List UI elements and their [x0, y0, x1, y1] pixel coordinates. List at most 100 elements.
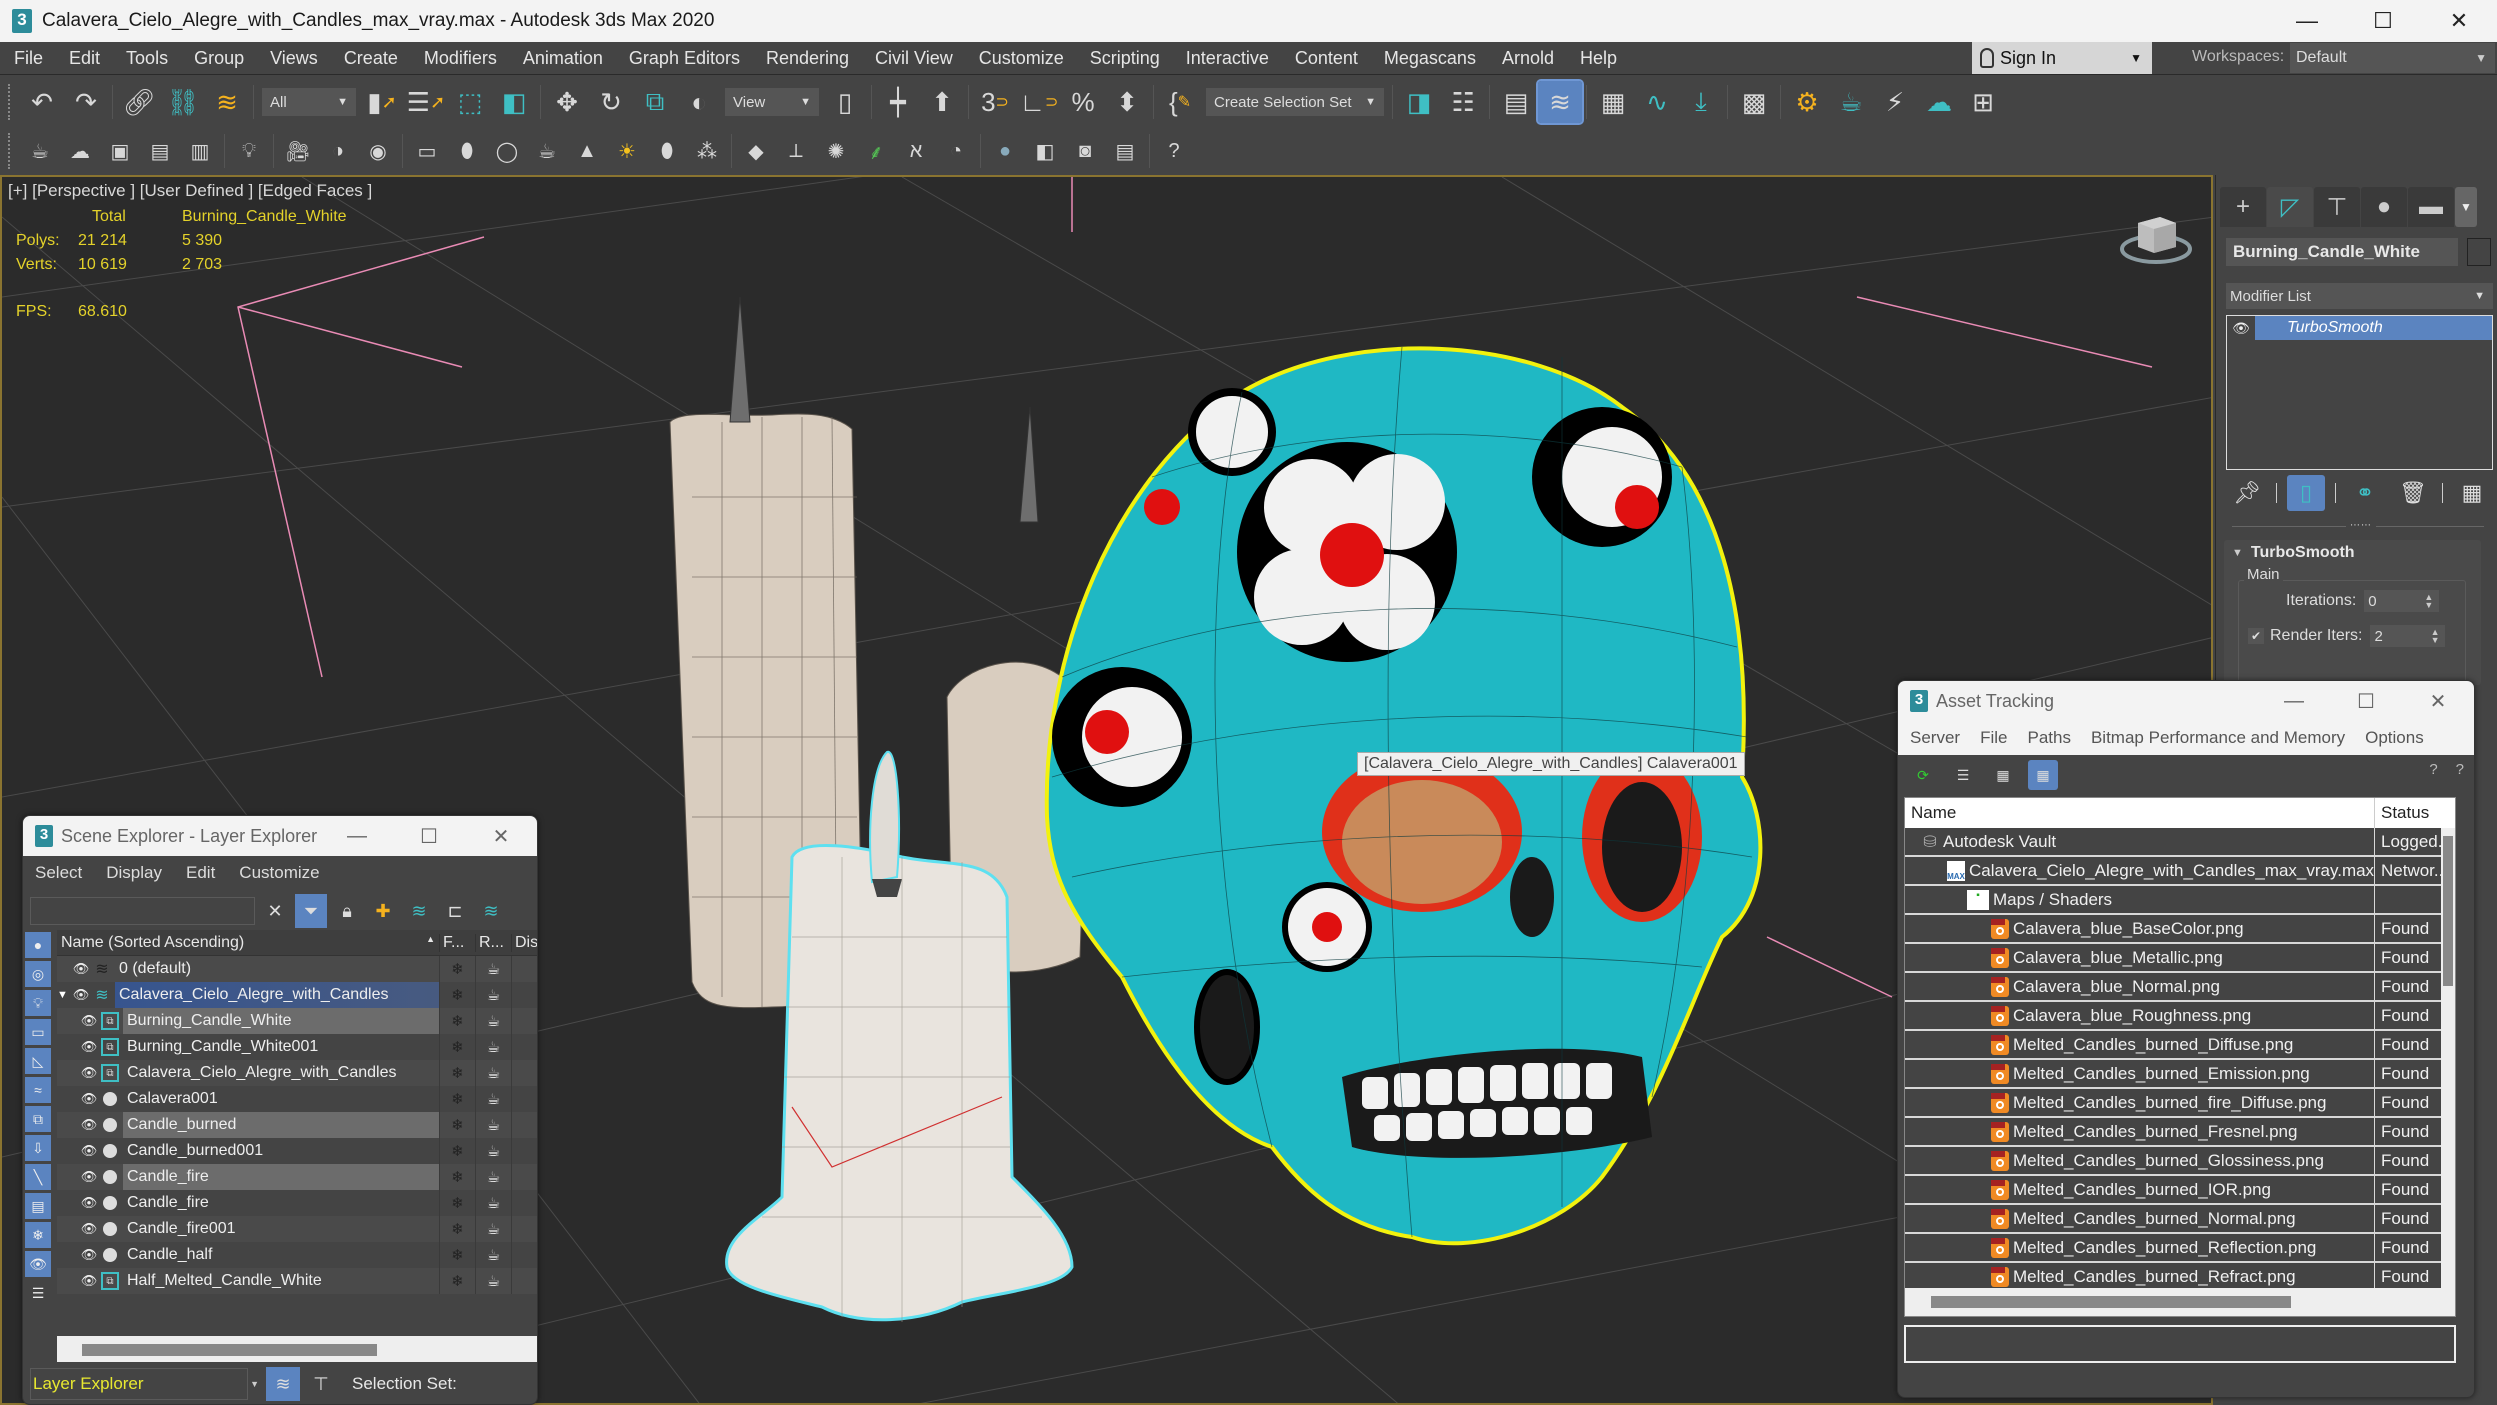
- placement-icon[interactable]: ◐: [677, 81, 721, 123]
- eye-icon[interactable]: 👁︎: [71, 987, 91, 1003]
- pin-stack-icon[interactable]: 📌︎: [2228, 475, 2266, 511]
- vray-sphere-light-icon[interactable]: ⬮: [447, 133, 487, 169]
- freeze-snowflake-icon[interactable]: ❄: [439, 1112, 475, 1138]
- create-tab-icon[interactable]: +: [2220, 187, 2266, 227]
- asset-tracking-titlebar[interactable]: 3 Asset Tracking — ☐ ✕: [1898, 681, 2474, 721]
- display-cameras-icon[interactable]: ▭: [25, 1019, 51, 1045]
- display-cell[interactable]: [511, 1138, 537, 1164]
- vray-fur-dots-icon[interactable]: ◔: [936, 133, 976, 169]
- horizontal-scrollbar[interactable]: [57, 1336, 537, 1362]
- display-tab-icon[interactable]: ▬: [2408, 187, 2454, 227]
- display-hidden-icon[interactable]: 👁︎: [25, 1251, 51, 1277]
- vray-fur-icon[interactable]: ⟂: [776, 133, 816, 169]
- column-status[interactable]: Status: [2375, 803, 2429, 823]
- calavera-skull[interactable]: [1044, 346, 1763, 1246]
- layer-row[interactable]: 👁︎ Calavera001 ❄ ☕: [57, 1086, 537, 1112]
- object-name-field[interactable]: Burning_Candle_White: [2226, 238, 2458, 266]
- modify-tab-icon[interactable]: ◸: [2267, 187, 2313, 227]
- render-in-cloud-icon[interactable]: ☁: [1917, 81, 1961, 123]
- lock-icon[interactable]: 🔒︎: [331, 894, 363, 928]
- freeze-snowflake-icon[interactable]: ❄: [439, 1164, 475, 1190]
- menu-views[interactable]: Views: [257, 48, 331, 69]
- renderable-teapot-icon[interactable]: ☕: [475, 956, 511, 982]
- layer-row[interactable]: 👁︎ Candle_fire ❄ ☕: [57, 1164, 537, 1190]
- filter-icon[interactable]: ⏷: [295, 894, 327, 928]
- renderable-teapot-icon[interactable]: ☕: [475, 1164, 511, 1190]
- vray-proxy-icon[interactable]: ☁: [60, 133, 100, 169]
- display-xrefs-icon[interactable]: ⇩: [25, 1135, 51, 1161]
- display-frozen-icon[interactable]: ❄: [25, 1222, 51, 1248]
- motion-tab-icon[interactable]: ●: [2361, 187, 2407, 227]
- spinner-arrows-icon[interactable]: ▲ ▼: [2424, 593, 2433, 610]
- clear-search-icon[interactable]: ✕: [259, 894, 291, 928]
- close-button[interactable]: ✕: [2421, 0, 2497, 42]
- eye-icon[interactable]: 👁︎: [79, 1039, 99, 1055]
- menu-modifiers[interactable]: Modifiers: [411, 48, 510, 69]
- minimize-button[interactable]: —: [2258, 681, 2330, 721]
- toolbar-grip[interactable]: [8, 84, 14, 120]
- layer-row[interactable]: 👁︎ Candle_half ❄ ☕: [57, 1242, 537, 1268]
- asset-row[interactable]: Melted_Candles_burned_Diffuse.png Found: [1905, 1031, 2455, 1060]
- layer-row[interactable]: 👁︎ Candle_fire ❄ ☕: [57, 1190, 537, 1216]
- selection-filter-dropdown[interactable]: All ▼: [262, 88, 356, 116]
- freeze-snowflake-icon[interactable]: ❄: [439, 1034, 475, 1060]
- eye-icon[interactable]: 👁︎: [79, 1091, 99, 1107]
- unlink-icon[interactable]: ⛓: [161, 81, 205, 123]
- render-iters-spinner[interactable]: 2 ▲ ▼: [2370, 625, 2446, 647]
- sort-by-hierarchy-icon[interactable]: ⊤: [304, 1367, 338, 1401]
- column-frozen[interactable]: F...: [439, 933, 475, 952]
- rendered-frame-window-icon[interactable]: ☕: [1829, 81, 1873, 123]
- scale-icon[interactable]: ⧉: [633, 81, 677, 123]
- freeze-snowflake-icon[interactable]: ❄: [439, 982, 475, 1008]
- undo-icon[interactable]: ↶: [20, 81, 64, 123]
- eye-icon[interactable]: 👁︎: [79, 1247, 99, 1263]
- show-end-result-icon[interactable]: ▯: [2287, 475, 2325, 511]
- freeze-snowflake-icon[interactable]: ❄: [439, 1060, 475, 1086]
- renderable-teapot-icon[interactable]: ☕: [475, 1008, 511, 1034]
- toolbar-grip[interactable]: [8, 133, 14, 169]
- menu-help[interactable]: Help: [1567, 48, 1630, 69]
- at-menu-file[interactable]: File: [1970, 728, 2017, 748]
- display-groups-icon[interactable]: ⧉: [25, 1106, 51, 1132]
- display-cell[interactable]: [511, 1216, 537, 1242]
- list-view-icon[interactable]: ☰: [1948, 760, 1978, 790]
- hierarchy-tab-icon[interactable]: ⊤: [2314, 187, 2360, 227]
- layer-row[interactable]: ▼ 👁︎ ≋ Calavera_Cielo_Alegre_with_Candles ❄ ☕: [57, 982, 537, 1008]
- menu-tools[interactable]: Tools: [113, 48, 181, 69]
- menu-arnold[interactable]: Arnold: [1489, 48, 1567, 69]
- sign-in-button[interactable]: Sign In ▼: [1972, 42, 2152, 74]
- vray-dome-camera-icon[interactable]: ◉: [358, 133, 398, 169]
- at-menu-paths[interactable]: Paths: [2017, 728, 2080, 748]
- layer-row[interactable]: 👁︎ ⧉ Burning_Candle_White ❄ ☕: [57, 1008, 537, 1034]
- add-to-layer-icon[interactable]: ✚: [367, 894, 399, 928]
- workspaces-select[interactable]: Default ▼: [2290, 43, 2495, 73]
- vray-mesh-light-icon[interactable]: ◯: [487, 133, 527, 169]
- scene-explorer-icon[interactable]: ▤: [1494, 81, 1538, 123]
- help-icon[interactable]: ?: [2429, 761, 2437, 778]
- freeze-snowflake-icon[interactable]: ❄: [439, 1086, 475, 1112]
- vray-physical-camera-icon[interactable]: ◑: [318, 133, 358, 169]
- asset-row[interactable]: ⛁ Autodesk Vault Logged.: [1905, 828, 2455, 857]
- freeze-snowflake-icon[interactable]: ❄: [439, 1190, 475, 1216]
- viewport-label-menu[interactable]: [+] [Perspective ] [User Defined ] [Edge…: [8, 181, 372, 201]
- close-button[interactable]: ✕: [2402, 681, 2474, 721]
- menu-interactive[interactable]: Interactive: [1173, 48, 1282, 69]
- layer-row[interactable]: 👁︎ ⧉ Calavera_Cielo_Alegre_with_Candles ❄ ☕: [57, 1060, 537, 1086]
- se-menu-select[interactable]: Select: [23, 863, 94, 883]
- link-icon[interactable]: 🔗︎: [117, 81, 161, 123]
- display-cell[interactable]: [511, 1112, 537, 1138]
- display-cell[interactable]: [511, 1242, 537, 1268]
- rollout-header[interactable]: ▼ TurboSmooth: [2224, 540, 2481, 566]
- vertical-scrollbar[interactable]: [2441, 828, 2455, 1288]
- renderable-teapot-icon[interactable]: ☕: [475, 1268, 511, 1294]
- vray-ambient-light-icon[interactable]: ⬮: [647, 133, 687, 169]
- minimize-button[interactable]: —: [321, 816, 393, 856]
- se-menu-edit[interactable]: Edit: [174, 863, 227, 883]
- align-icon[interactable]: ☷: [1441, 81, 1485, 123]
- explorer-mode-dropdown[interactable]: Layer Explorer ▼: [30, 1368, 259, 1400]
- column-name[interactable]: Name: [1905, 798, 2375, 828]
- window-crossing-icon[interactable]: ◧: [492, 81, 536, 123]
- renderable-teapot-icon[interactable]: ☕: [475, 1086, 511, 1112]
- asset-row[interactable]: Calavera_blue_Normal.png Found: [1905, 973, 2455, 1002]
- vray-ies-light-icon[interactable]: ☕: [527, 133, 567, 169]
